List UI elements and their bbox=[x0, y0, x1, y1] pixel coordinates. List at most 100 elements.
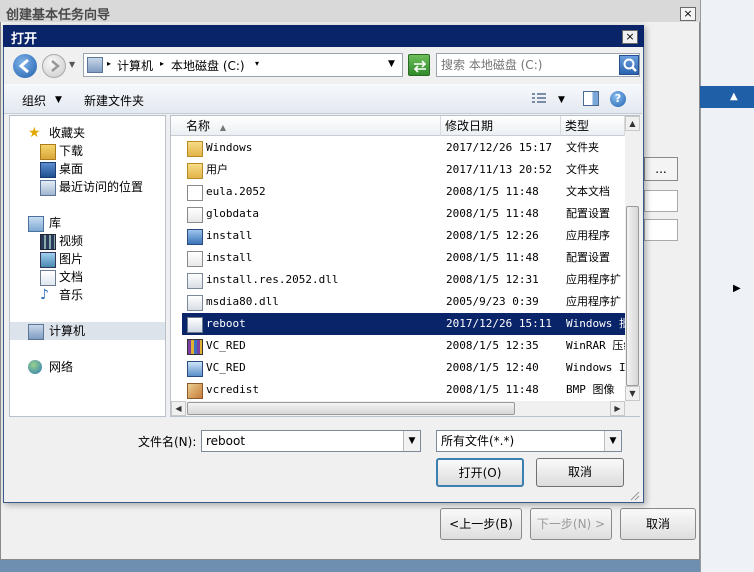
file-row[interactable]: 用户 2017/11/13 20:52 文件夹 bbox=[182, 159, 625, 181]
file-date: 2017/12/26 15:11 bbox=[446, 317, 552, 330]
nav-videos-label: 视频 bbox=[59, 234, 84, 248]
folder-icon bbox=[187, 163, 203, 179]
filename-dropdown-icon[interactable]: ▼ bbox=[403, 431, 420, 451]
search-icon[interactable] bbox=[619, 55, 639, 75]
next-button[interactable]: 下一步(N) > bbox=[530, 508, 612, 540]
breadcrumb-local-disk[interactable]: 本地磁盘 (C:) bbox=[171, 57, 245, 74]
nav-network[interactable]: 网络 bbox=[10, 358, 165, 376]
file-row[interactable]: Windows 2017/12/26 15:17 文件夹 bbox=[182, 137, 625, 159]
nav-downloads[interactable]: 下载 bbox=[10, 142, 165, 160]
wizard-title: 创建基本任务向导 bbox=[0, 0, 700, 23]
file-row[interactable]: globdata 2008/1/5 11:48 配置设置 bbox=[182, 203, 625, 225]
dialog-close-button[interactable]: × bbox=[622, 30, 638, 44]
computer-icon bbox=[28, 324, 44, 340]
file-date: 2008/1/5 12:40 bbox=[446, 361, 539, 374]
file-row[interactable]: install.res.2052.dll 2008/1/5 12:31 应用程序扩 bbox=[182, 269, 625, 291]
nav-pictures[interactable]: 图片 bbox=[10, 250, 165, 268]
wizard-arguments-field[interactable] bbox=[644, 219, 678, 241]
wizard-program-field[interactable] bbox=[644, 190, 678, 212]
column-header-type[interactable]: 类型 bbox=[561, 116, 625, 136]
scroll-right-icon[interactable]: ▶ bbox=[610, 401, 625, 416]
address-history-dropdown-icon[interactable]: ▼ bbox=[388, 59, 395, 69]
file-type: 文件夹 bbox=[566, 141, 599, 154]
nav-recent-places[interactable]: 最近访问的位置 bbox=[10, 178, 165, 196]
back-button[interactable]: <上一步(B) bbox=[440, 508, 522, 540]
wizard-close-button[interactable]: × bbox=[680, 7, 696, 21]
help-icon[interactable]: ? bbox=[610, 91, 626, 107]
file-name: reboot bbox=[206, 317, 246, 330]
organize-menu-button[interactable]: 组织 bbox=[22, 92, 46, 109]
nav-computer-label: 计算机 bbox=[49, 324, 86, 338]
file-date: 2008/1/5 11:48 bbox=[446, 383, 539, 396]
config-file-icon bbox=[187, 251, 203, 267]
breadcrumb-computer[interactable]: 计算机 bbox=[117, 57, 153, 74]
wizard-browse-button[interactable]: ... bbox=[644, 157, 678, 181]
view-options-icon[interactable] bbox=[531, 92, 547, 106]
video-library-icon bbox=[40, 234, 56, 250]
recent-locations-dropdown-icon[interactable]: ▼ bbox=[69, 60, 75, 69]
cancel-button[interactable]: 取消 bbox=[536, 458, 624, 487]
file-row[interactable]: install 2008/1/5 12:26 应用程序 bbox=[182, 225, 625, 247]
open-button[interactable]: 打开(O) bbox=[436, 458, 524, 487]
filename-label: 文件名(N): bbox=[138, 435, 197, 449]
breadcrumb-separator-icon: ▸ bbox=[107, 59, 112, 68]
search-input[interactable] bbox=[439, 55, 615, 75]
file-row[interactable]: reboot 2017/12/26 15:11 Windows 批 bbox=[182, 313, 626, 335]
file-row[interactable]: VC_RED 2008/1/5 12:35 WinRAR 压缩 bbox=[182, 335, 626, 357]
column-header-date[interactable]: 修改日期 bbox=[441, 116, 561, 136]
column-name-label: 名称 bbox=[186, 119, 211, 133]
file-row[interactable]: vcredist 2008/1/5 11:48 BMP 图像 bbox=[182, 379, 625, 401]
file-date: 2005/9/23 0:39 bbox=[446, 295, 539, 308]
file-type: 文件夹 bbox=[566, 163, 599, 176]
vertical-scroll-thumb[interactable] bbox=[626, 206, 639, 386]
file-name: 用户 bbox=[206, 163, 228, 176]
file-row[interactable]: install 2008/1/5 11:48 配置设置 bbox=[182, 247, 625, 269]
recent-places-icon bbox=[40, 180, 56, 196]
music-library-icon: ♪ bbox=[40, 287, 49, 303]
wizard-cancel-button[interactable]: 取消 bbox=[620, 508, 696, 540]
address-bar[interactable]: ▸ 计算机 ▸ 本地磁盘 (C:) ▾ ▼ bbox=[83, 53, 403, 77]
column-header-name[interactable]: 名称 ▲ bbox=[171, 116, 441, 136]
new-folder-button[interactable]: 新建文件夹 bbox=[84, 92, 144, 109]
horizontal-scrollbar[interactable]: ◀ ▶ bbox=[171, 401, 625, 416]
scroll-down-icon[interactable]: ▼ bbox=[625, 386, 640, 401]
vertical-scrollbar[interactable]: ▲ ▼ bbox=[625, 116, 640, 401]
scroll-left-icon[interactable]: ◀ bbox=[171, 401, 186, 416]
sort-ascending-icon: ▲ bbox=[219, 123, 226, 132]
bmp-image-icon bbox=[187, 383, 203, 399]
file-date: 2017/11/13 20:52 bbox=[446, 163, 552, 176]
scroll-up-icon[interactable]: ▲ bbox=[625, 116, 640, 131]
nav-computer[interactable]: 计算机 bbox=[10, 322, 165, 340]
file-type-filter-select[interactable]: 所有文件(*.*) ▼ bbox=[436, 430, 622, 452]
view-dropdown-icon[interactable]: ▼ bbox=[558, 95, 565, 105]
resize-grip-icon[interactable] bbox=[628, 489, 640, 501]
chevron-up-icon: ▲ bbox=[730, 91, 738, 102]
file-type: 文本文档 bbox=[566, 185, 610, 198]
file-row[interactable]: eula.2052 2008/1/5 11:48 文本文档 bbox=[182, 181, 625, 203]
file-type: 配置设置 bbox=[566, 251, 610, 264]
back-arrow-icon[interactable] bbox=[13, 54, 37, 78]
refresh-icon[interactable] bbox=[408, 54, 430, 76]
horizontal-scroll-thumb[interactable] bbox=[187, 402, 515, 415]
breadcrumb-separator-icon: ▸ bbox=[160, 59, 165, 68]
file-row[interactable]: msdia80.dll 2005/9/23 0:39 应用程序扩 bbox=[182, 291, 625, 313]
preview-pane-icon[interactable] bbox=[583, 91, 599, 106]
file-row[interactable]: VC_RED 2008/1/5 12:40 Windows In bbox=[182, 357, 626, 379]
downloads-folder-icon bbox=[40, 144, 56, 160]
filename-input[interactable]: reboot bbox=[206, 434, 245, 448]
filename-combo[interactable]: reboot ▼ bbox=[201, 430, 421, 452]
nav-favorites[interactable]: ★ 收藏夹 bbox=[10, 124, 165, 142]
nav-music[interactable]: ♪ 音乐 bbox=[10, 286, 165, 304]
nav-documents[interactable]: 文档 bbox=[10, 268, 165, 286]
search-box[interactable] bbox=[436, 53, 640, 77]
nav-videos[interactable]: 视频 bbox=[10, 232, 165, 250]
filter-dropdown-icon[interactable]: ▼ bbox=[604, 431, 621, 451]
nav-desktop[interactable]: 桌面 bbox=[10, 160, 165, 178]
chevron-down-icon: ▼ bbox=[55, 95, 62, 105]
background-window-header-strip bbox=[700, 86, 754, 108]
file-name: install bbox=[206, 251, 253, 264]
file-name: VC_RED bbox=[206, 361, 246, 374]
nav-libraries[interactable]: 库 bbox=[10, 214, 165, 232]
forward-arrow-icon[interactable] bbox=[42, 54, 66, 78]
file-type: WinRAR 压缩 bbox=[566, 339, 626, 352]
